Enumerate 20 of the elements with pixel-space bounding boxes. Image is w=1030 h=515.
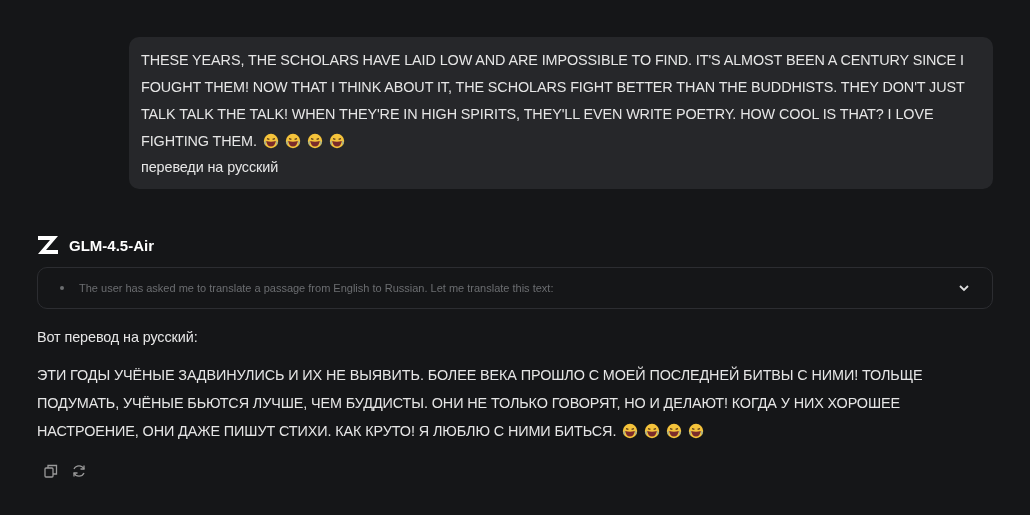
thinking-text: The user has asked me to translate a passage from English to Russian. Let me translate this text: xyxy=(79,282,555,294)
response-text: Вот перевод на русский: xyxy=(37,328,199,347)
response-text: ЭТИ ГОДЫ УЧЁНЫЕ ЗАДВИНУЛИСЬ И ИХ НЕ ВЫЯВИТЬ. БОЛЕЕ ВЕКА ПРОШЛО С МОЕЙ ПОСЛЕДНЕЙ БИТВЫ С НИМИ! ТОЛЬЩЕ ПОДУМАТЬ, УЧЁНЫЕ БЬЮТСЯ ЛУЧШЕ, ЧЕМ БУДДИСТЫ. ОНИ НЕ ТОЛЬКО ГОВОРЯТ, НО И ДЕЛАЮТ! КОГДА У НИХ ХОРОШЕЕ НАСТРОЕНИЕ, ОНИ ДАЖЕ ПИШУТ СТИХИ. КАК КРУТО! Я ЛЮБЛЮ С НИМИ БИТЬСЯ. xyxy=(37,365,924,441)
thinking-panel[interactable]: The user has asked me to translate a passage from English to Russian. Let me translate this text: xyxy=(37,267,993,309)
chevron-down-icon[interactable] xyxy=(958,282,970,294)
model-name: GLM-4.5-Air xyxy=(69,236,154,254)
laughing-emoji-icon xyxy=(688,423,705,439)
z-logo-icon xyxy=(37,235,59,255)
bullet-icon xyxy=(60,286,64,290)
laughing-emoji-icon xyxy=(328,133,345,149)
laughing-emoji-icon xyxy=(262,133,279,149)
user-message-text: THESE YEARS, THE SCHOLARS HAVE LAID LOW AND ARE IMPOSSIBLE TO FIND. IT'S ALMOST BEEN A CENTURY SINCE I FOUGHT THEM! NOW THAT I THINK ABOUT IT, THE SCHOLARS FIGHT BETTER THAN THE BUDDHISTS. THEY DON'T JUST TALK TALK THE TALK! WHEN THEY'RE IN HIGH SPIRITS, THEY'LL EVEN WRITE POETRY. HOW COOL IS THAT? I LOVE FIGHTING THEM. xyxy=(141,51,966,151)
laughing-emoji-icon xyxy=(306,133,323,149)
laughing-emoji-icon xyxy=(622,423,639,439)
laughing-emoji-icon xyxy=(284,133,301,149)
laughing-emoji-icon xyxy=(666,423,683,439)
copy-icon[interactable] xyxy=(43,463,59,479)
refresh-icon[interactable] xyxy=(71,463,87,479)
user-message-text: переведи на русский xyxy=(141,158,280,177)
laughing-emoji-icon xyxy=(644,423,661,439)
